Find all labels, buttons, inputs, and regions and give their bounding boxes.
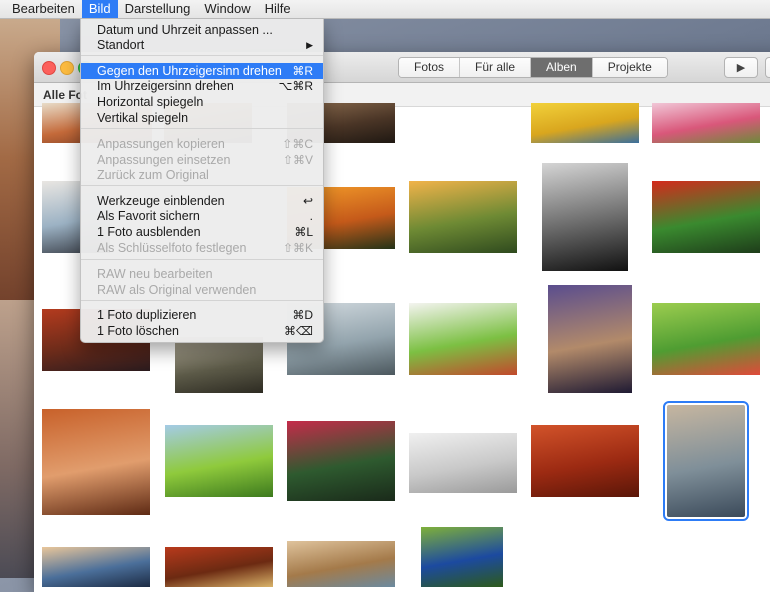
menu-item[interactable]: Werkzeuge einblenden ↩ [81,193,323,209]
menu-item[interactable]: 1 Foto löschen ⌘⌫ [81,323,323,339]
menu-item-label: Als Favorit sichern [97,209,200,223]
menu-item-shortcut: ⌘R [292,64,313,78]
submenu-arrow-icon: ▶ [306,40,313,50]
photo-market-food[interactable] [165,547,273,587]
menu-bearbeiten[interactable]: Bearbeiten [0,0,82,18]
menu-window[interactable]: Window [197,0,257,18]
menu-item-label: Datum und Uhrzeit anpassen ... [97,23,273,37]
photo-tree-meadow[interactable] [409,181,517,253]
tab-fotos[interactable]: Fotos [399,58,460,77]
menu-item[interactable]: Standort ▶ [81,37,323,53]
menu-item-label: Anpassungen kopieren [97,137,225,151]
menu-item[interactable]: 1 Foto duplizieren ⌘D [81,307,323,323]
slideshow-button[interactable]: ▶ [724,57,758,78]
menu-item-label: Als Schlüsselfoto festlegen [97,241,247,255]
menu-item[interactable]: Datum und Uhrzeit anpassen ... [81,22,323,38]
menu-item-shortcut: ⌘D [292,308,313,322]
photo-grass-sky[interactable] [165,425,273,497]
photo-green-flower[interactable] [652,303,760,375]
menu-item: RAW neu bearbeiten [81,266,323,282]
menu-separator [81,185,323,186]
menu-item[interactable]: 1 Foto ausblenden ⌘L [81,224,323,240]
menu-separator [81,300,323,301]
menu-item-label: Gegen den Uhrzeigersinn drehen [97,64,282,78]
menu-item-shortcut: . [309,209,313,223]
toolbar-button[interactable] [765,57,770,78]
menu-separator [81,259,323,260]
menu-item-label: Zurück zum Original [97,168,209,182]
menu-item-label: RAW neu bearbeiten [97,267,213,281]
menu-item[interactable]: Vertikal spiegeln [81,110,323,126]
menu-item-label: Im Uhrzeigersinn drehen [97,79,234,93]
menu-item-shortcut: ⇧⌘K [282,241,313,255]
menu-item-label: Horizontal spiegeln [97,95,204,109]
menu-item: RAW als Original verwenden [81,282,323,298]
menu-item-label: Vertikal spiegeln [97,111,189,125]
menu-hilfe[interactable]: Hilfe [258,0,298,18]
menu-item-label: Werkzeuge einblenden [97,194,225,208]
menu-bild[interactable]: Bild [81,0,118,18]
menu-item[interactable]: Als Favorit sichern. [81,208,323,224]
menu-item-label: Standort [97,38,145,52]
menu-item-label: 1 Foto ausblenden [97,225,201,239]
view-segmented-control: Fotos Für alle Alben Projekte [398,57,668,78]
photo-peacock[interactable] [421,527,503,587]
photo-red-protea[interactable] [287,421,395,501]
menu-item-shortcut: ⇧⌘C [282,137,313,151]
menu-item-shortcut: ⌥⌘R [278,79,314,93]
photo-celery[interactable] [409,303,517,375]
menu-item[interactable]: Im Uhrzeigersinn drehen ⌥⌘R [81,78,323,94]
photo-giraffes[interactable] [287,541,395,587]
menu-separator [81,128,323,129]
bild-menu: Datum und Uhrzeit anpassen ... Standort ▶ G… [80,18,324,343]
minimize-window-button[interactable] [60,61,74,75]
tab-alben[interactable]: Alben [530,58,592,77]
menu-item-label: RAW als Original verwenden [97,283,257,297]
menu-item: Als Schlüsselfoto festlegen ⇧⌘K [81,240,323,256]
photo-sea-clouds[interactable] [42,547,150,587]
menu-item: Anpassungen kopieren ⇧⌘C [81,136,323,152]
menu-item-label: 1 Foto duplizieren [97,308,197,322]
photo-keyboard[interactable] [409,433,517,493]
menu-item: Anpassungen einsetzen ⇧⌘V [81,152,323,168]
menu-item-shortcut: ↩ [302,194,313,208]
menu-separator [81,55,323,56]
menu-item-shortcut: ⌘⌫ [284,324,313,338]
menu-bar: Bearbeiten Bild Darstellung Window Hilfe [0,0,770,19]
menu-item-label: Anpassungen einsetzen [97,153,231,167]
photo-runners-road[interactable] [663,401,749,521]
photo-macaw[interactable] [652,181,760,253]
photo-road-trees[interactable] [175,337,263,393]
menu-item-shortcut: ⌘L [294,225,313,239]
menu-item-shortcut: ⇧⌘V [282,153,313,167]
menu-item: Zurück zum Original [81,167,323,183]
photo-pink-flower[interactable] [652,103,760,143]
tab-fuer-alle[interactable]: Für alle [459,58,531,77]
menu-item[interactable]: Horizontal spiegeln [81,94,323,110]
photo-old-man-bw[interactable] [542,163,628,271]
close-window-button[interactable] [42,61,56,75]
photo-sunflower[interactable] [531,103,639,143]
menu-item[interactable]: Gegen den Uhrzeigersinn drehen ⌘R [81,63,323,79]
photo-church-storm[interactable] [548,285,632,393]
photo-spiky-texture[interactable] [531,425,639,497]
tab-projekte[interactable]: Projekte [591,58,667,77]
menu-item-label: 1 Foto löschen [97,324,179,338]
menu-darstellung[interactable]: Darstellung [118,0,198,18]
photo-snake-hand[interactable] [42,409,150,515]
play-icon: ▶ [736,62,746,74]
